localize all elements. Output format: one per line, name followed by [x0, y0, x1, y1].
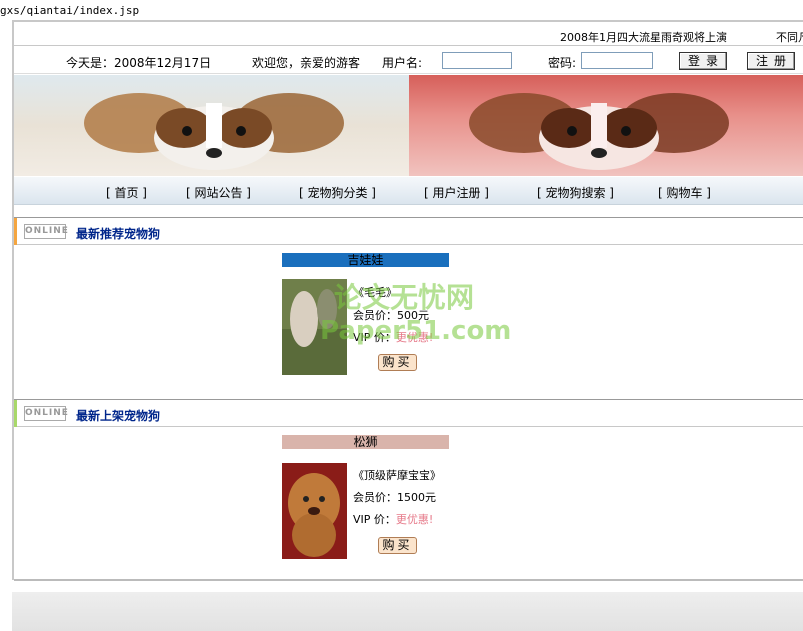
product-image[interactable]: [282, 463, 347, 559]
vip-price: VIP 价：更优惠!: [353, 511, 433, 527]
login-bar: 今天是：2008年12月17日 欢迎您，亲爱的游客 用户名: 密码: 登录 注册: [14, 48, 803, 74]
nav-announcements[interactable]: [ 网站公告 ]: [186, 184, 251, 201]
nav-categories[interactable]: [ 宠物狗分类 ]: [299, 184, 376, 201]
vip-price-label: VIP 价：: [353, 331, 396, 344]
footer-bar: [12, 592, 803, 631]
banner-image-right: [409, 75, 803, 176]
username-label: 用户名:: [382, 56, 423, 70]
vip-price-value: 更优惠!: [395, 331, 434, 344]
nav-register[interactable]: [ 用户注册 ]: [424, 184, 489, 201]
main-nav: [ 首页 ] [ 网站公告 ] [ 宠物狗分类 ] [ 用户注册 ] [ 宠物狗…: [14, 177, 803, 205]
vip-price-label: VIP 价：: [353, 513, 396, 526]
register-button[interactable]: 注册: [747, 52, 795, 70]
address-bar[interactable]: gxs/qiantai/index.jsp: [0, 0, 803, 20]
section-header-recommended: ONLINE 最新推荐宠物狗: [14, 217, 803, 245]
date-text: 今天是：2008年12月17日: [66, 56, 212, 70]
section-title: 最新上架宠物狗: [76, 409, 161, 423]
section-title: 最新推荐宠物狗: [76, 227, 161, 241]
product-image[interactable]: [282, 279, 347, 375]
member-price: 会员价：500元: [353, 309, 429, 322]
category-label: 吉娃娃: [282, 253, 449, 267]
vip-price: VIP 价：更优惠!: [353, 329, 433, 345]
login-button[interactable]: 登录: [679, 52, 727, 70]
papillon-dog-image: [84, 93, 344, 170]
online-logo-icon: ONLINE: [24, 406, 68, 421]
online-logo-icon: ONLINE: [24, 224, 68, 239]
section-accent-bar: [14, 218, 17, 245]
username-input[interactable]: [442, 52, 512, 69]
nav-cart[interactable]: [ 购物车 ]: [658, 184, 711, 201]
page-frame: 2008年1月四大流星雨奇观将上演 不同凡 今天是：2008年12月17日 欢迎…: [12, 20, 803, 581]
section-accent-bar: [14, 400, 17, 427]
member-price: 会员价：1500元: [353, 491, 436, 504]
banner-image-left: [14, 75, 409, 176]
category-label: 松狮: [282, 435, 449, 449]
product-name[interactable]: 《顶级萨摩宝宝》: [353, 467, 441, 483]
papillon-dog-image-tinted: [469, 93, 729, 170]
news-marquee: 2008年1月四大流星雨奇观将上演 不同凡: [14, 24, 803, 46]
section-header-new: ONLINE 最新上架宠物狗: [14, 399, 803, 427]
content-bottom-border: [14, 579, 803, 581]
nav-home[interactable]: [ 首页 ]: [106, 184, 147, 201]
password-label: 密码:: [548, 56, 577, 70]
banner: [14, 75, 803, 176]
welcome-text: 欢迎您，亲爱的游客: [252, 56, 361, 70]
buy-button[interactable]: 购买: [378, 354, 417, 371]
buy-button[interactable]: 购买: [378, 537, 417, 554]
marquee-text: 2008年1月四大流星雨奇观将上演: [560, 31, 727, 44]
vip-price-value: 更优惠!: [395, 513, 434, 526]
product-name[interactable]: 《毛毛》: [353, 284, 397, 300]
marquee-text-next: 不同凡: [776, 31, 803, 44]
nav-search[interactable]: [ 宠物狗搜索 ]: [537, 184, 614, 201]
password-input[interactable]: [581, 52, 653, 69]
